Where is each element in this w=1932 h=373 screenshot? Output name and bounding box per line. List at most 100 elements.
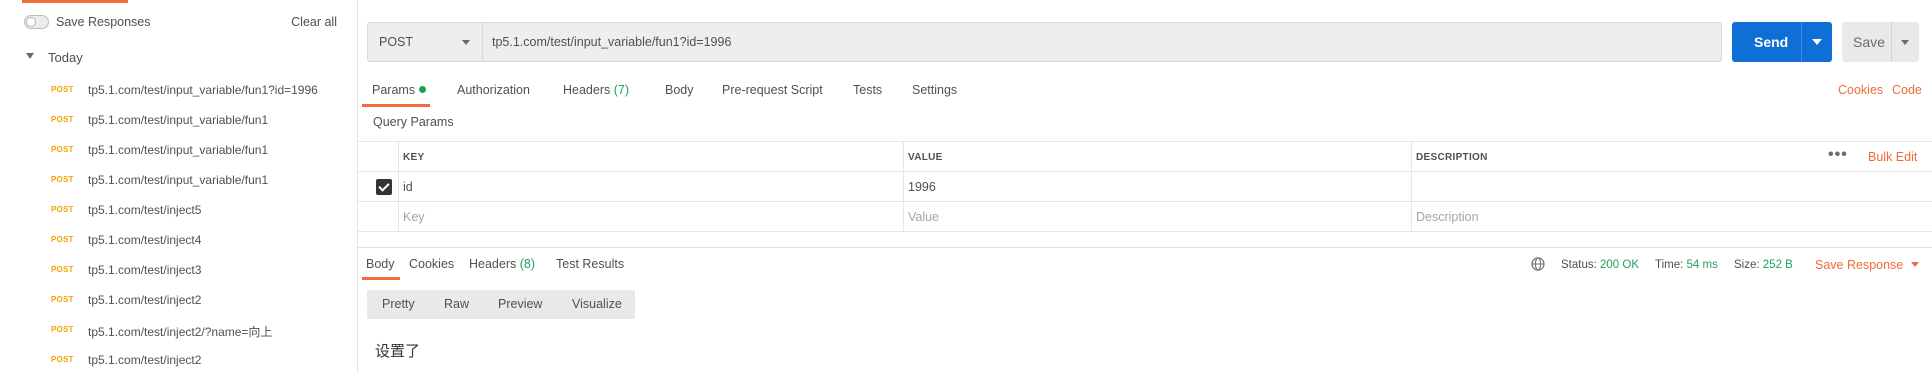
- column-header-key: KEY: [398, 142, 903, 172]
- history-url: tp5.1.com/test/inject2: [88, 353, 202, 367]
- description-header-label: DESCRIPTION: [1416, 152, 1488, 163]
- method-badge: POST: [51, 295, 74, 304]
- description-placeholder: Description: [1416, 210, 1479, 224]
- history-item[interactable]: POST tp5.1.com/test/inject5: [0, 196, 357, 226]
- response-size: Size: 252 B: [1734, 259, 1793, 271]
- method-badge: POST: [51, 175, 74, 184]
- more-options-icon[interactable]: •••: [1828, 146, 1848, 164]
- history-url: tp5.1.com/test/inject2/?name=向上: [88, 325, 273, 339]
- sidebar-toolbar: Save Responses Clear all: [0, 10, 357, 36]
- response-status: Status: 200 OK: [1561, 259, 1639, 271]
- url-input[interactable]: [484, 23, 1719, 61]
- query-params-table: KEY VALUE DESCRIPTION ••• Bulk Edit id 1…: [358, 141, 1932, 232]
- toggle-knob: [26, 17, 36, 27]
- tab-pre-request-script[interactable]: Pre-request Script: [722, 83, 823, 97]
- method-select[interactable]: POST: [368, 23, 483, 61]
- save-options-chevron-icon[interactable]: [1901, 40, 1909, 45]
- save-response-label: Save Response: [1815, 258, 1904, 272]
- history-item[interactable]: POST tp5.1.com/test/inject4: [0, 226, 357, 256]
- response-tab-cookies[interactable]: Cookies: [409, 257, 454, 271]
- history-item[interactable]: POST tp5.1.com/test/inject2: [0, 286, 357, 316]
- param-key-cell[interactable]: id: [398, 172, 903, 202]
- key-header-label: KEY: [403, 152, 425, 163]
- view-mode-preview[interactable]: Preview: [498, 297, 542, 311]
- save-button[interactable]: Save: [1842, 22, 1919, 62]
- chevron-down-icon: [462, 40, 470, 45]
- method-badge: POST: [51, 355, 74, 364]
- tab-authorization[interactable]: Authorization: [457, 83, 530, 97]
- history-item[interactable]: POST tp5.1.com/test/inject3: [0, 256, 357, 286]
- method-badge: POST: [51, 325, 74, 334]
- history-item[interactable]: POST tp5.1.com/test/input_variable/fun1: [0, 166, 357, 196]
- save-responses-label: Save Responses: [56, 15, 151, 29]
- history-group-label: Today: [48, 50, 83, 65]
- tab-params[interactable]: Params: [372, 83, 427, 97]
- response-tab-headers[interactable]: Headers (8): [469, 257, 535, 271]
- param-description-cell[interactable]: [1411, 172, 1932, 202]
- request-response-divider[interactable]: [358, 247, 1932, 248]
- response-headers-label: Headers: [469, 257, 517, 271]
- response-tab-test-results[interactable]: Test Results: [556, 257, 624, 271]
- time-label: Time:: [1655, 259, 1684, 271]
- param-enabled-checkbox[interactable]: [376, 179, 392, 195]
- tab-tests[interactable]: Tests: [853, 83, 882, 97]
- globe-icon[interactable]: [1531, 257, 1545, 271]
- new-value-field[interactable]: Value: [903, 202, 1411, 232]
- chevron-down-icon: [1911, 262, 1920, 267]
- response-time: Time: 54 ms: [1655, 259, 1718, 271]
- column-header-value: VALUE: [903, 142, 1411, 172]
- tab-headers[interactable]: Headers (7): [563, 83, 629, 97]
- response-tabs: Body Cookies Headers (8) Test Results St…: [358, 255, 1932, 283]
- method-badge: POST: [51, 205, 74, 214]
- history-item[interactable]: POST tp5.1.com/test/input_variable/fun1?i…: [0, 76, 357, 106]
- column-header-description: DESCRIPTION: [1411, 142, 1932, 172]
- clear-all-button[interactable]: Clear all: [291, 15, 337, 29]
- active-tab-underline: [362, 104, 430, 107]
- save-response-button[interactable]: Save Response: [1815, 258, 1920, 272]
- sidebar-active-tab-indicator: [22, 0, 128, 3]
- request-workspace: POST Send Save Params Authorization Head…: [358, 0, 1932, 373]
- table-row: id 1996: [358, 172, 1932, 202]
- code-link[interactable]: Code: [1892, 83, 1922, 97]
- history-url: tp5.1.com/test/input_variable/fun1: [88, 113, 269, 127]
- view-mode-raw[interactable]: Raw: [444, 297, 469, 311]
- method-badge: POST: [51, 145, 74, 154]
- history-url: tp5.1.com/test/inject2: [88, 293, 202, 307]
- history-group-today[interactable]: Today: [0, 47, 357, 67]
- tab-body[interactable]: Body: [665, 83, 694, 97]
- param-key: id: [403, 180, 413, 194]
- active-response-tab-underline: [362, 277, 400, 280]
- tab-settings[interactable]: Settings: [912, 83, 957, 97]
- send-button-divider: [1801, 22, 1802, 62]
- history-list: POST tp5.1.com/test/input_variable/fun1?i…: [0, 76, 357, 373]
- table-row-new: Key Value Description: [358, 202, 1932, 232]
- history-item[interactable]: POST tp5.1.com/test/input_variable/fun1: [0, 136, 357, 166]
- size-label: Size:: [1734, 259, 1760, 271]
- method-select-value: POST: [379, 35, 414, 49]
- history-url: tp5.1.com/test/input_variable/fun1: [88, 173, 269, 187]
- view-mode-visualize[interactable]: Visualize: [572, 297, 622, 311]
- method-badge: POST: [51, 265, 74, 274]
- params-active-dot-icon: [419, 86, 427, 93]
- cookies-link[interactable]: Cookies: [1838, 83, 1883, 97]
- history-item[interactable]: POST tp5.1.com/test/inject2/?name=向上: [0, 316, 357, 346]
- history-item[interactable]: POST tp5.1.com/test/inject2: [0, 346, 357, 373]
- new-description-field[interactable]: Description: [1411, 202, 1932, 232]
- bulk-edit-link[interactable]: Bulk Edit: [1868, 150, 1917, 164]
- value-placeholder: Value: [908, 210, 940, 224]
- query-params-title: Query Params: [373, 115, 454, 129]
- request-tabs: Params Authorization Headers (7) Body Pr…: [358, 78, 1932, 107]
- caret-down-icon: [26, 53, 34, 59]
- history-item[interactable]: POST tp5.1.com/test/input_variable/fun1: [0, 106, 357, 136]
- response-body-preview: 设置了: [375, 342, 421, 360]
- view-mode-pretty[interactable]: Pretty: [382, 297, 415, 311]
- save-button-divider: [1891, 22, 1892, 62]
- response-view-mode: Pretty Raw Preview Visualize: [367, 290, 635, 319]
- history-url: tp5.1.com/test/input_variable/fun1: [88, 143, 269, 157]
- response-tab-body[interactable]: Body: [366, 257, 395, 271]
- save-responses-toggle[interactable]: [24, 15, 49, 29]
- send-options-chevron-icon[interactable]: [1812, 39, 1822, 45]
- param-value-cell[interactable]: 1996: [903, 172, 1411, 202]
- send-button[interactable]: Send: [1732, 22, 1832, 62]
- new-key-field[interactable]: Key: [398, 202, 903, 232]
